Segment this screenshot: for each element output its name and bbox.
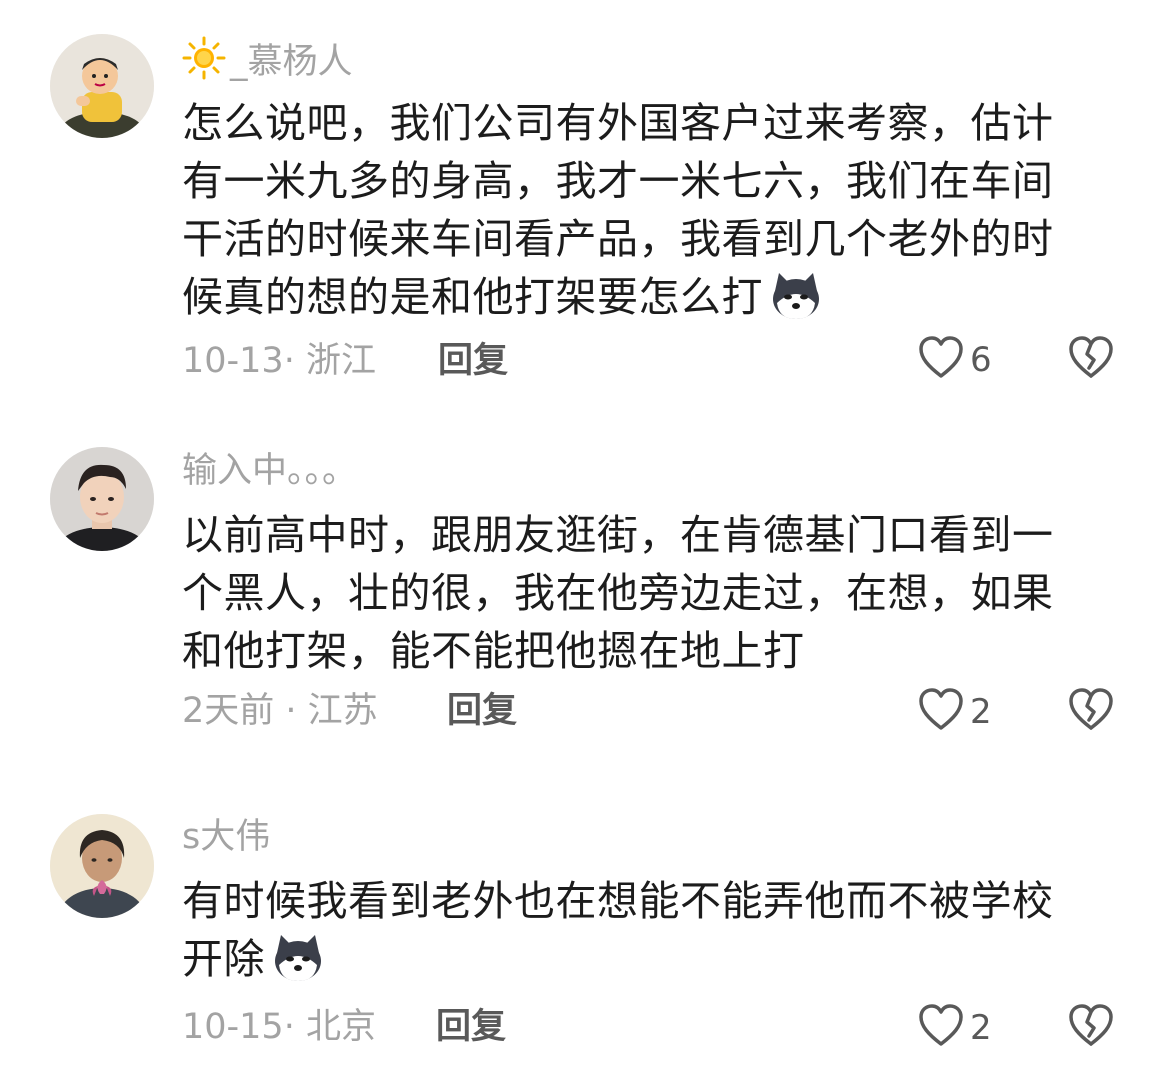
husky-dog-emoji — [769, 271, 823, 336]
reply-button[interactable]: 回复 — [447, 690, 517, 732]
username[interactable]: s大伟 — [182, 816, 270, 858]
reply-button[interactable]: 回复 — [438, 340, 508, 382]
reply-button[interactable]: 回复 — [436, 1006, 506, 1048]
broken-heart-icon — [1068, 336, 1114, 384]
heart-outline-icon — [918, 688, 964, 736]
dislike-button[interactable] — [1068, 688, 1114, 736]
comment-meta: 10-13· 浙江 — [182, 341, 376, 381]
like-button[interactable]: 2 — [918, 1004, 992, 1052]
comment-text: 有时候我看到老外也在想能不能弄他而不被学校开除 — [182, 872, 1092, 998]
comment-meta: 10-15· 北京 — [182, 1007, 376, 1047]
broken-heart-icon — [1068, 1004, 1114, 1052]
broken-heart-icon — [1068, 688, 1114, 736]
dislike-button[interactable] — [1068, 1004, 1114, 1052]
comment-text: 怎么说吧，我们公司有外国客户过来考察，估计有一米九多的身高，我才一米七六，我们在… — [182, 94, 1092, 336]
avatar[interactable] — [50, 447, 154, 551]
sun-icon — [182, 36, 226, 90]
username-text: _慕杨人 — [230, 42, 353, 82]
like-count: 2 — [970, 1008, 992, 1048]
avatar[interactable] — [50, 814, 154, 918]
comment-meta: 2天前 · 江苏 — [182, 691, 378, 731]
like-button[interactable]: 6 — [918, 336, 992, 384]
username[interactable]: 输入中。。。 — [182, 450, 357, 492]
avatar[interactable] — [50, 34, 154, 138]
like-button[interactable]: 2 — [918, 688, 992, 736]
heart-outline-icon — [918, 336, 964, 384]
like-count: 2 — [970, 692, 992, 732]
dislike-button[interactable] — [1068, 336, 1114, 384]
comment-text-content: 怎么说吧，我们公司有外国客户过来考察，估计有一米九多的身高，我才一米七六，我们在… — [182, 99, 1054, 321]
husky-dog-emoji — [271, 933, 325, 998]
comment-text: 以前高中时，跟朋友逛街，在肯德基门口看到一个黑人，壮的很，我在他旁边走过，在想，… — [182, 511, 1054, 675]
like-count: 6 — [970, 340, 992, 380]
username[interactable]: _慕杨人 — [182, 36, 353, 90]
heart-outline-icon — [918, 1004, 964, 1052]
